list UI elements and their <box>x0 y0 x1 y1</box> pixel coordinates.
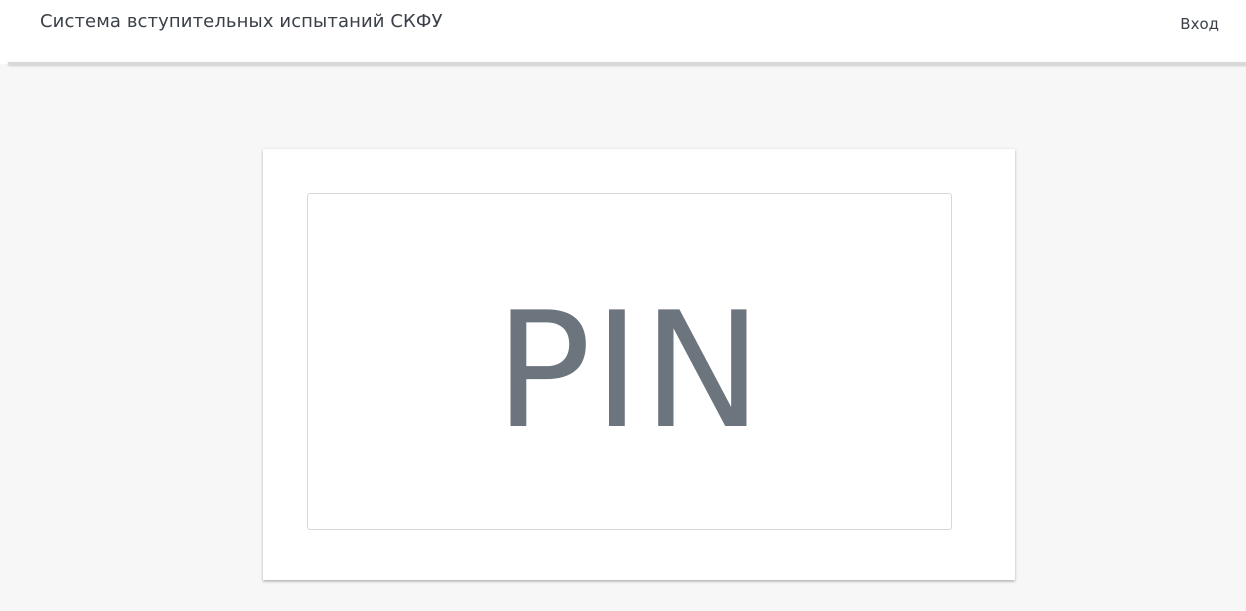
app-title: Система вступительных испытаний СКФУ <box>40 11 443 32</box>
pin-placeholder: PIN <box>494 276 765 464</box>
pin-card: PIN <box>263 149 1015 580</box>
top-navbar: Система вступительных испытаний СКФУ Вхо… <box>0 0 1246 64</box>
navbar-divider <box>8 62 1246 65</box>
login-link[interactable]: Вход <box>1180 15 1219 33</box>
pin-input-field[interactable]: PIN <box>307 193 952 530</box>
